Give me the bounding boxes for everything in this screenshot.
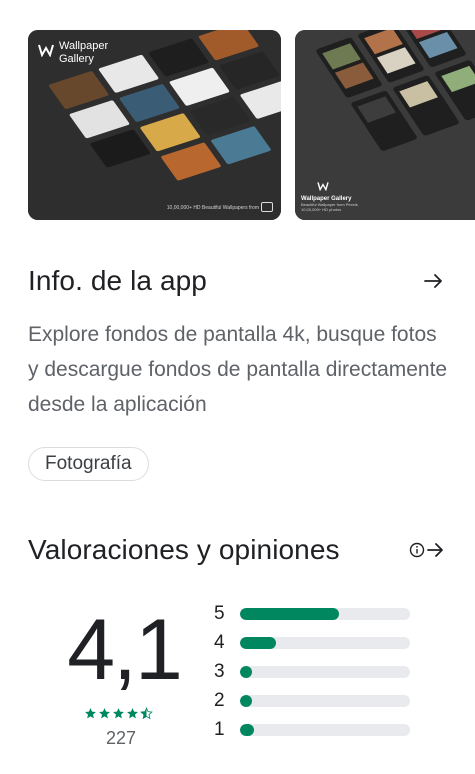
rating-distribution: 5 4 3 2 1 <box>214 599 414 745</box>
wallpaper-logo-icon <box>38 44 54 57</box>
rating-bar-fill <box>240 665 252 678</box>
star-half-icon <box>140 707 153 720</box>
star-icon <box>113 708 124 719</box>
ratings-title: Valoraciones y opiniones <box>28 534 340 565</box>
app-info-header[interactable]: Info. de la app <box>28 262 445 300</box>
ratings-info-arrow[interactable] <box>409 542 445 558</box>
rating-bar-track <box>240 636 410 649</box>
screenshot-carousel[interactable]: Wallpaper Gallery 10,00,000+ HD Beautifu… <box>28 30 475 220</box>
arrow-right-icon[interactable] <box>423 270 445 292</box>
review-count: 227 <box>105 728 137 748</box>
screenshot-1[interactable]: Wallpaper Gallery 10,00,000+ HD Beautifu… <box>28 30 281 220</box>
rating-bar-fill <box>240 695 252 708</box>
star-icon <box>85 708 96 719</box>
rating-bar-label: 2 <box>214 690 225 712</box>
screenshot-1-footer: 10,00,000+ HD Beautiful Wallpapers from <box>166 205 259 211</box>
rating-bar-label: 1 <box>214 719 225 741</box>
arrow-right-icon[interactable] <box>427 542 445 558</box>
rating-bar-track <box>240 724 410 737</box>
rating-score: 4,1 <box>67 602 183 698</box>
category-chip[interactable]: Fotografía <box>28 447 149 481</box>
rating-bar-row: 4 <box>214 628 414 657</box>
wallpaper-logo-icon <box>317 182 329 192</box>
ratings-header[interactable]: Valoraciones y opiniones <box>28 530 445 570</box>
star-icon <box>127 708 138 719</box>
screenshot-1-brand: Wallpaper Gallery <box>38 40 108 66</box>
screenshot-1-app-name-line1: Wallpaper <box>59 40 109 52</box>
screenshot-2-count: 10,00,000+ HD photos <box>301 207 342 212</box>
rating-bar-track <box>240 695 410 708</box>
rating-bar-row: 1 <box>214 716 414 745</box>
info-icon[interactable] <box>409 542 425 558</box>
rating-stars <box>84 707 153 720</box>
rating-bar-fill <box>240 636 276 649</box>
app-description: Explore fondos de pantalla 4k, busque fo… <box>28 323 448 416</box>
rating-bar-track <box>240 665 410 678</box>
screenshot-2-brand: Wallpaper Gallery Beautiful Wallpaper fr… <box>301 178 358 212</box>
rating-bar-row: 2 <box>214 687 414 716</box>
rating-bar-label: 4 <box>214 631 225 653</box>
rating-bar-row: 3 <box>214 657 414 686</box>
rating-bar-label: 5 <box>214 602 225 624</box>
rating-bar-fill <box>240 607 339 620</box>
screenshot-1-app-name-line2: Gallery <box>59 53 94 65</box>
rating-bar-row: 5 <box>214 599 414 628</box>
screenshot-2[interactable]: Wallpaper Gallery Beautiful Wallpaper fr… <box>295 30 475 220</box>
star-icon <box>99 708 110 719</box>
camera-icon <box>261 202 273 212</box>
rating-bar-track <box>240 607 410 620</box>
app-info-title: Info. de la app <box>28 265 207 296</box>
rating-bar-fill <box>240 724 254 737</box>
rating-bar-label: 3 <box>214 660 225 682</box>
